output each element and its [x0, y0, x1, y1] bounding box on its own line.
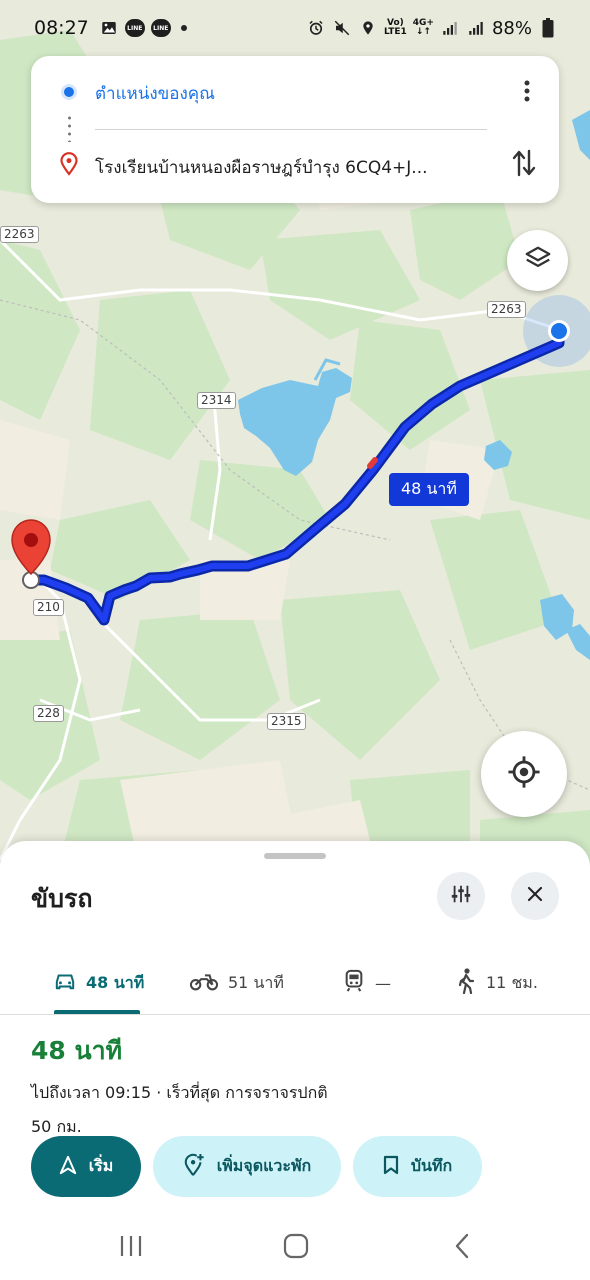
motorcycle-icon [189, 971, 219, 995]
mute-icon [332, 18, 352, 38]
action-buttons: เริ่ม เพิ่มจุดแวะพัก บันทึก [31, 1136, 482, 1197]
close-icon [526, 885, 544, 907]
notification-dot [180, 25, 187, 31]
image-icon [99, 18, 119, 38]
route-duration: 48 นาที [31, 1036, 123, 1065]
add-stop-label: เพิ่มจุดแวะพัก [216, 1156, 312, 1175]
wifi-icon: 4G+ ↓↑ [412, 18, 434, 37]
status-time: 08:27 [34, 17, 89, 39]
road-label: 210 [33, 599, 64, 616]
road-label: 2263 [487, 301, 526, 318]
tune-icon [450, 883, 472, 909]
add-stop-button[interactable]: เพิ่มจุดแวะพัก [153, 1136, 341, 1197]
recent-apps-icon [118, 1234, 144, 1262]
layers-button[interactable] [507, 230, 568, 291]
road-label: 2314 [197, 392, 236, 409]
start-button-label: เริ่ม [88, 1156, 114, 1175]
tab-motorcycle[interactable]: 51 นาที [189, 951, 284, 1015]
battery-percent: 88% [491, 17, 532, 39]
line-app-icon: LINE [124, 19, 145, 37]
walk-icon [456, 968, 476, 998]
home-icon [283, 1233, 309, 1263]
tab-transit[interactable]: — [343, 951, 391, 1015]
sheet-title: ขับรถ [31, 884, 93, 913]
route-connector [68, 114, 71, 142]
back-icon [454, 1233, 470, 1263]
route-duration-text: 48 นาที [401, 479, 457, 498]
tab-walking[interactable]: 11 ชม. [456, 951, 538, 1015]
tab-walking-label: 11 ชม. [486, 972, 538, 992]
save-label: บันทึก [410, 1156, 453, 1175]
origin-field[interactable]: ตำแหน่งของคุณ [95, 80, 215, 107]
route-bottom-sheet: ขับรถ 48 นาที 51 นาที — 11 ชม. 48 นาที ไ… [0, 841, 590, 1280]
start-button[interactable]: เริ่ม [31, 1136, 141, 1197]
directions-card: ตำแหน่งของคุณ โรงเรียนบ้านหนองผือราษฎร์บ… [31, 56, 559, 203]
save-button[interactable]: บันทึก [353, 1136, 482, 1197]
navigation-arrow-icon [59, 1155, 77, 1179]
home-button[interactable] [276, 1233, 316, 1263]
route-duration-callout[interactable]: 48 นาที [389, 473, 469, 506]
signal-icon [466, 18, 486, 38]
swap-vert-icon [511, 147, 537, 183]
tab-driving-label: 48 นาที [86, 972, 145, 992]
alarm-icon [306, 18, 326, 38]
origin-dot-icon [61, 84, 77, 100]
active-tab-indicator [54, 1010, 140, 1014]
train-icon [343, 969, 365, 997]
route-options-button[interactable] [437, 872, 485, 920]
recent-apps-button[interactable] [111, 1233, 151, 1263]
battery-icon [538, 18, 558, 38]
divider [95, 129, 487, 130]
car-icon [54, 971, 76, 995]
system-nav-bar [0, 1221, 590, 1280]
road-label: 2315 [267, 713, 306, 730]
tab-driving[interactable]: 48 นาที [54, 951, 144, 1015]
location-icon [358, 18, 378, 38]
destination-pin-icon [59, 152, 79, 180]
more-vert-icon [524, 80, 530, 106]
add-location-icon [183, 1153, 205, 1181]
arrival-info: ไปถึงเวลา 09:15 · เร็วที่สุด การจราจรปกต… [31, 1083, 328, 1102]
my-location-button[interactable] [481, 731, 567, 817]
drag-handle[interactable] [264, 853, 326, 859]
tab-motorcycle-label: 51 นาที [228, 972, 284, 992]
travel-mode-tabs: 48 นาที 51 นาที — 11 ชม. [0, 951, 590, 1015]
network-indicator: Vo) LTE1 [383, 18, 407, 37]
bookmark-icon [383, 1155, 399, 1179]
close-button[interactable] [511, 872, 559, 920]
swap-button[interactable] [509, 148, 539, 182]
back-button[interactable] [442, 1233, 482, 1263]
status-bar: 08:27 LINE LINE Vo) LTE1 4G+ ↓↑ 88% [0, 0, 590, 56]
more-options-button[interactable] [515, 78, 539, 108]
line-app-icon: LINE [150, 19, 171, 37]
road-label: 228 [33, 705, 64, 722]
signal-icon [440, 18, 460, 38]
crosshair-icon [507, 755, 541, 793]
road-label: 2263 [0, 226, 39, 243]
destination-field[interactable]: โรงเรียนบ้านหนองผือราษฎร์บำรุง 6CQ4+J... [95, 154, 485, 181]
route-summary[interactable]: 48 นาที ไปถึงเวลา 09:15 · เร็วที่สุด การ… [31, 1031, 571, 1140]
tab-transit-label: — [375, 973, 391, 993]
layers-icon [523, 244, 553, 278]
